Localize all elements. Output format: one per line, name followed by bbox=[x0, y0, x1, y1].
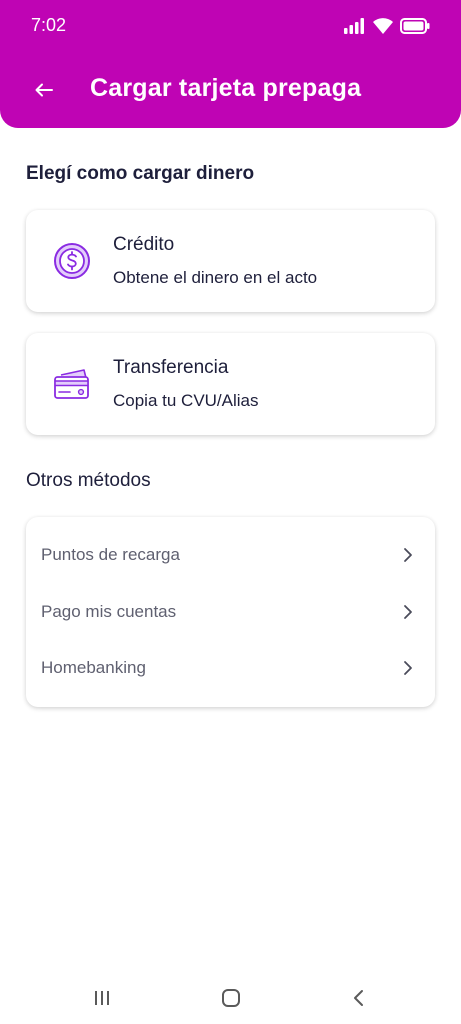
list-item-label: Homebanking bbox=[41, 658, 146, 677]
status-icons bbox=[344, 15, 430, 37]
screen: 7:02 Cargar tarjeta prepaga Elegí como c… bbox=[0, 0, 461, 1024]
back-button[interactable] bbox=[26, 72, 62, 108]
recent-apps-button[interactable] bbox=[87, 986, 117, 1010]
list-item-puntos-de-recarga[interactable]: Puntos de recarga bbox=[26, 531, 435, 579]
option-subtitle: Obtene el dinero en el acto bbox=[113, 268, 318, 287]
system-back-button[interactable] bbox=[344, 986, 374, 1010]
other-methods-list: Puntos de recarga Pago mis cuentas Homeb… bbox=[26, 517, 435, 707]
option-title: Transferencia bbox=[113, 357, 229, 378]
home-icon bbox=[222, 989, 240, 1007]
home-button[interactable] bbox=[216, 986, 246, 1010]
chevron-right-icon bbox=[404, 548, 412, 562]
status-time: 7:02 bbox=[31, 15, 67, 35]
list-item-label: Pago mis cuentas bbox=[41, 602, 177, 621]
page-title: Cargar tarjeta prepaga bbox=[90, 74, 362, 102]
option-card-transferencia[interactable]: Transferencia Copia tu CVU/Alias bbox=[26, 333, 435, 435]
chevron-right-icon bbox=[404, 605, 412, 619]
wifi-icon bbox=[373, 18, 393, 34]
dollar-coin-icon bbox=[52, 241, 92, 281]
back-icon bbox=[354, 990, 363, 1006]
option-title: Crédito bbox=[113, 234, 175, 255]
chevron-right-icon bbox=[404, 661, 412, 675]
system-nav-bar bbox=[0, 968, 461, 1024]
option-card-credito[interactable]: Crédito Obtene el dinero en el acto bbox=[26, 210, 435, 312]
list-item-pago-mis-cuentas[interactable]: Pago mis cuentas bbox=[26, 588, 435, 636]
option-subtitle: Copia tu CVU/Alias bbox=[113, 391, 259, 410]
battery-icon bbox=[400, 18, 430, 34]
arrow-left-icon bbox=[35, 83, 53, 97]
app-header: 7:02 Cargar tarjeta prepaga bbox=[0, 0, 461, 128]
list-item-homebanking[interactable]: Homebanking bbox=[26, 644, 435, 692]
credit-card-icon bbox=[52, 364, 92, 404]
signal-icon bbox=[344, 18, 364, 34]
recent-apps-icon bbox=[95, 991, 109, 1005]
section-title-load: Elegí como cargar dinero bbox=[26, 163, 255, 184]
list-item-label: Puntos de recarga bbox=[41, 545, 180, 564]
section-title-other: Otros métodos bbox=[26, 470, 151, 491]
